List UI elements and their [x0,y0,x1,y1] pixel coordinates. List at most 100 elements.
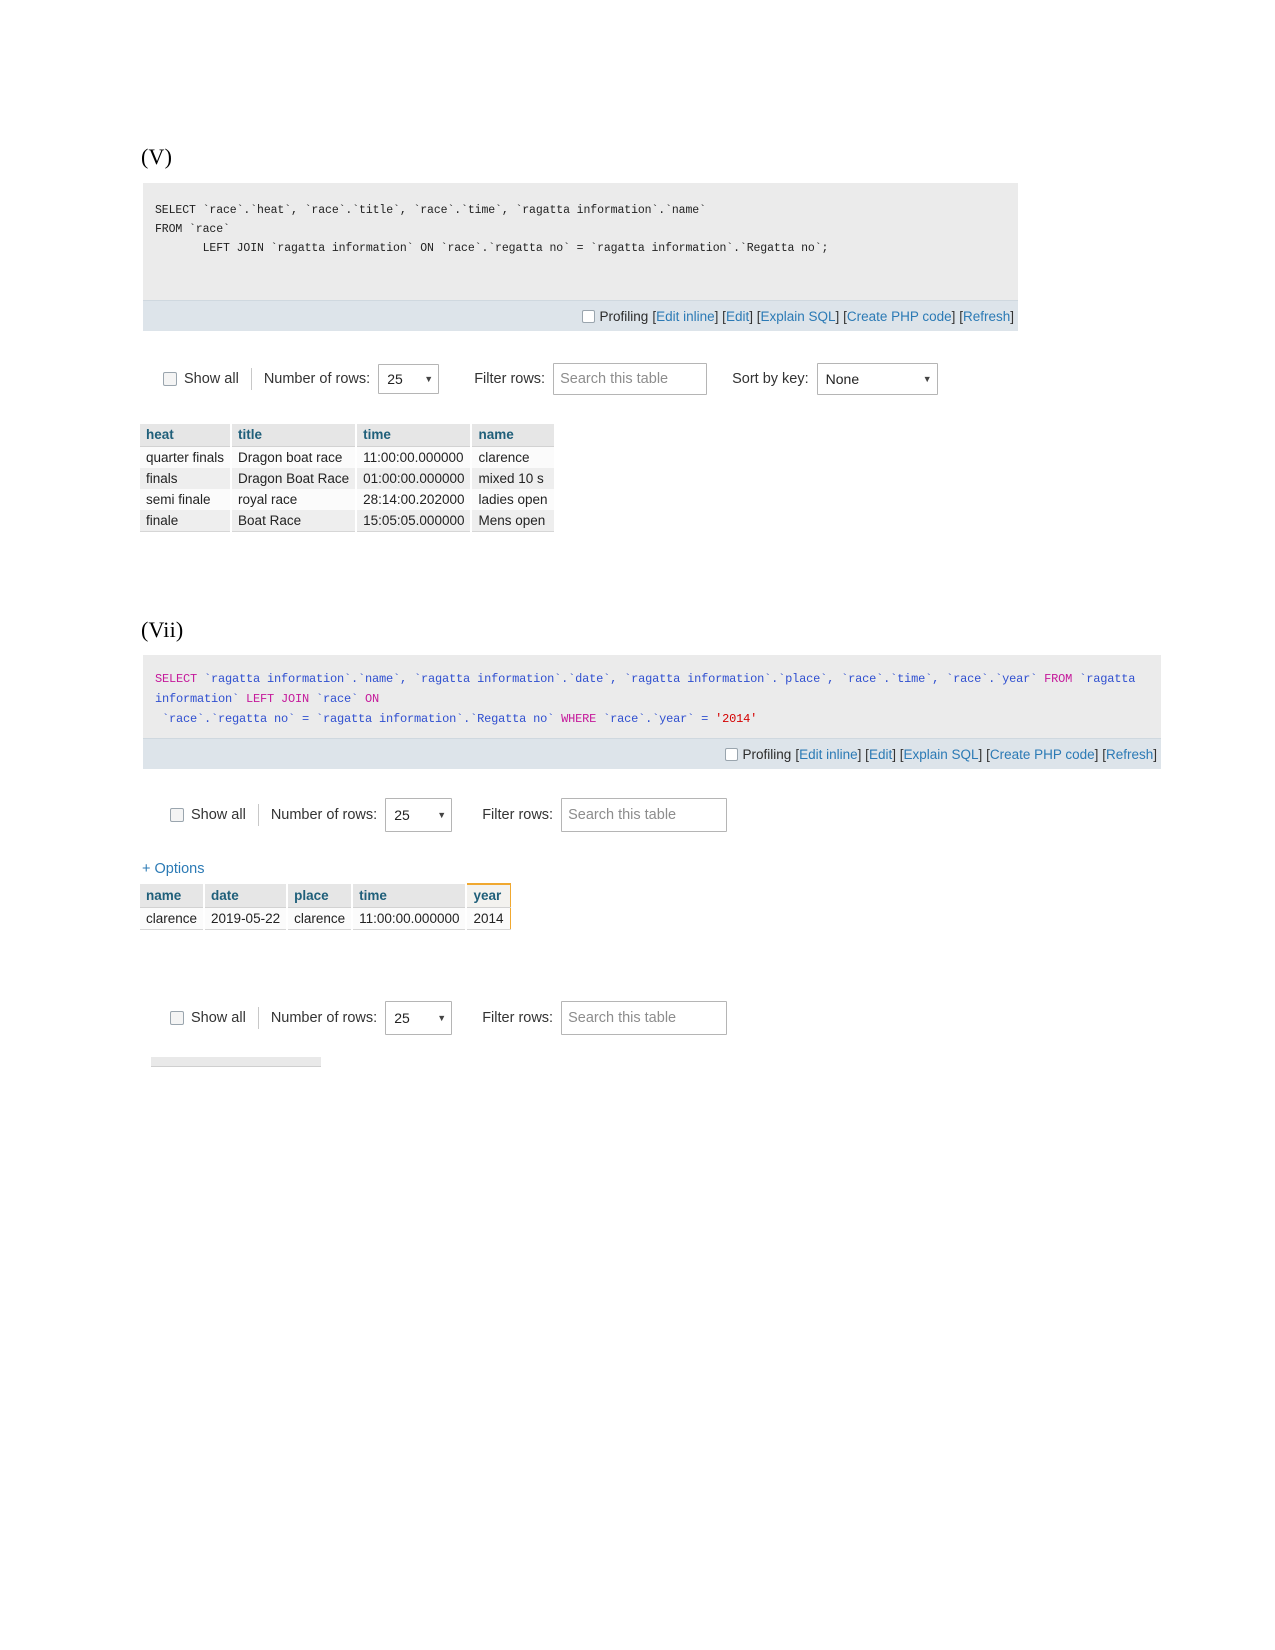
sql-token-kw: ON [365,692,380,706]
sql-code-vii: SELECT `ragatta information`.`name`, `ra… [143,655,1161,729]
column-header-time[interactable]: time [356,424,473,447]
table-row[interactable]: quarter finals Dragon boat race 11:00:00.0… [140,446,556,468]
sql-line: SELECT `ragatta information`.`name`, `ra… [155,669,1149,709]
bracket: ] [892,746,896,762]
table-header-row: name date place time year [140,883,511,908]
divider [257,804,259,826]
toolbar-link-create-php-code[interactable]: Create PHP code [847,309,952,324]
bracket: ] [1010,308,1014,324]
table-row[interactable]: finale Boat Race 15:05:05.000000 Mens open [140,510,556,532]
chevron-down-icon: ▼ [437,1013,447,1023]
column-header-year[interactable]: year [465,883,511,908]
filter-rows-label-vii: Filter rows: [482,807,554,823]
column-header-heat[interactable]: heat [140,424,233,447]
show-all-checkbox-v[interactable] [163,372,177,386]
filter-rows-input-v[interactable]: Search this table [553,363,708,395]
cell-title: Dragon boat race [231,446,358,468]
cell-time: 11:00:00.000000 [356,446,473,468]
sql-toolbar-v: Profiling [Edit inline] [Edit] [Explain … [143,300,1018,331]
bracket: ] [857,746,862,762]
sql-toolbar-vii: Profiling [Edit inline] [Edit] [Explain … [143,738,1161,769]
cell-time: 15:05:05.000000 [356,510,473,532]
results-table-vii: name date place time year clarence 2019-05-22 c… [140,883,511,930]
column-header-name[interactable]: name [471,424,556,447]
filter-rows-label-v: Filter rows: [474,371,546,387]
show-all-checkbox-vii-bottom[interactable] [170,1011,184,1025]
sql-token-str: '2014' [715,712,758,726]
table-row[interactable]: finals Dragon Boat Race 01:00:00.000000 mix… [140,468,556,489]
number-of-rows-value-v: 25 [387,371,403,387]
cell-name: Mens open [471,510,556,532]
filter-rows-label-vii-bottom: Filter rows: [482,1010,554,1026]
profiling-label-v: Profiling [599,308,649,324]
section-label-vii: (Vii) [141,617,184,642]
sql-query-panel-v: SELECT `race`.`heat`, `race`.`title`, `r… [143,183,1018,331]
column-header-time[interactable]: time [352,884,468,908]
divider [250,368,252,390]
number-of-rows-label-vii-bottom: Number of rows: [270,1010,378,1026]
table-row[interactable]: semi finale royal race 28:14:00.202000 ladi… [140,489,556,510]
cell-place: clarence [287,907,354,930]
sql-token-kw: WHERE [561,712,597,726]
toolbar-link-edit-inline[interactable]: Edit inline [656,309,715,324]
show-all-label-vii-bottom: Show all [191,1010,246,1026]
number-of-rows-select-vii[interactable]: 25 ▼ [385,798,453,832]
bracket: ] [1153,746,1157,762]
number-of-rows-select-vii-bottom[interactable]: 25 ▼ [385,1001,453,1035]
column-header-name[interactable]: name [140,884,206,908]
toolbar-link-edit[interactable]: Edit [726,309,749,324]
bracket: ] [835,308,840,324]
toolbar-link-create-php-code[interactable]: Create PHP code [990,747,1095,762]
document-page: (V) SELECT `race`.`heat`, `race`.`title`… [0,0,1275,1650]
column-header-date[interactable]: date [204,884,289,908]
show-all-label-v: Show all [184,371,239,387]
sql-code-v: SELECT `race`.`heat`, `race`.`title`, `r… [155,204,829,255]
show-all-label-vii: Show all [191,807,246,823]
filter-rows-input-vii-bottom[interactable]: Search this table [561,1001,728,1035]
cell-title: Dragon Boat Race [231,468,358,489]
column-header-place[interactable]: place [287,884,354,908]
cell-title: Boat Race [231,510,358,532]
sql-token-id: `race` [309,692,366,706]
column-header-title[interactable]: title [231,424,358,447]
bracket: ] [714,308,719,324]
toolbar-link-refresh[interactable]: Refresh [963,309,1010,324]
cell-name: mixed 10 s [471,468,556,489]
results-controls-v: Show all Number of rows: 25 ▼ Filter row… [163,363,938,395]
sql-query-panel-vii: SELECT `ragatta information`.`name`, `ra… [143,655,1161,769]
cell-name: clarence [471,446,556,468]
toolbar-link-refresh[interactable]: Refresh [1106,747,1153,762]
chevron-down-icon: ▼ [437,810,447,820]
sql-token-id: `ragatta information`.`name`, `ragatta i… [197,672,1045,686]
sort-by-key-label-v: Sort by key: [732,371,809,387]
number-of-rows-label-vii: Number of rows: [270,807,378,823]
toolbar-link-explain-sql[interactable]: Explain SQL [904,747,979,762]
table-header-row: heat title time name [140,424,556,447]
profiling-checkbox-vii[interactable] [724,747,738,761]
sql-token-id: `race`.`regatta no` = `ragatta informati… [155,712,562,726]
chevron-down-icon: ▼ [922,374,932,384]
profiling-checkbox-v[interactable] [581,309,595,323]
options-toggle-link[interactable]: + Options [142,861,204,877]
results-controls-vii: Show all Number of rows: 25 ▼ Filter row… [170,798,728,832]
sql-token-kw: LEFT JOIN [246,692,310,706]
cell-heat: finale [140,510,233,532]
show-all-checkbox-vii[interactable] [170,808,184,822]
cell-heat: semi finale [140,489,233,510]
number-of-rows-select-v[interactable]: 25 ▼ [378,364,440,394]
cell-title: royal race [231,489,358,510]
cell-name: clarence [140,907,206,930]
table-row[interactable]: clarence 2019-05-22 clarence 11:00:00.00000… [140,907,511,930]
profiling-label-vii: Profiling [742,746,792,762]
cell-time: 01:00:00.000000 [356,468,473,489]
bracket: ] [951,308,956,324]
filter-rows-input-vii[interactable]: Search this table [561,798,728,832]
section-label-v: (V) [141,144,173,169]
toolbar-link-explain-sql[interactable]: Explain SQL [761,309,836,324]
sort-by-key-select-v[interactable]: None ▼ [816,363,938,395]
number-of-rows-value-vii: 25 [394,807,410,823]
sql-token-kw: SELECT [155,672,198,686]
bracket: ] [978,746,983,762]
toolbar-link-edit[interactable]: Edit [869,747,892,762]
toolbar-link-edit-inline[interactable]: Edit inline [799,747,858,762]
